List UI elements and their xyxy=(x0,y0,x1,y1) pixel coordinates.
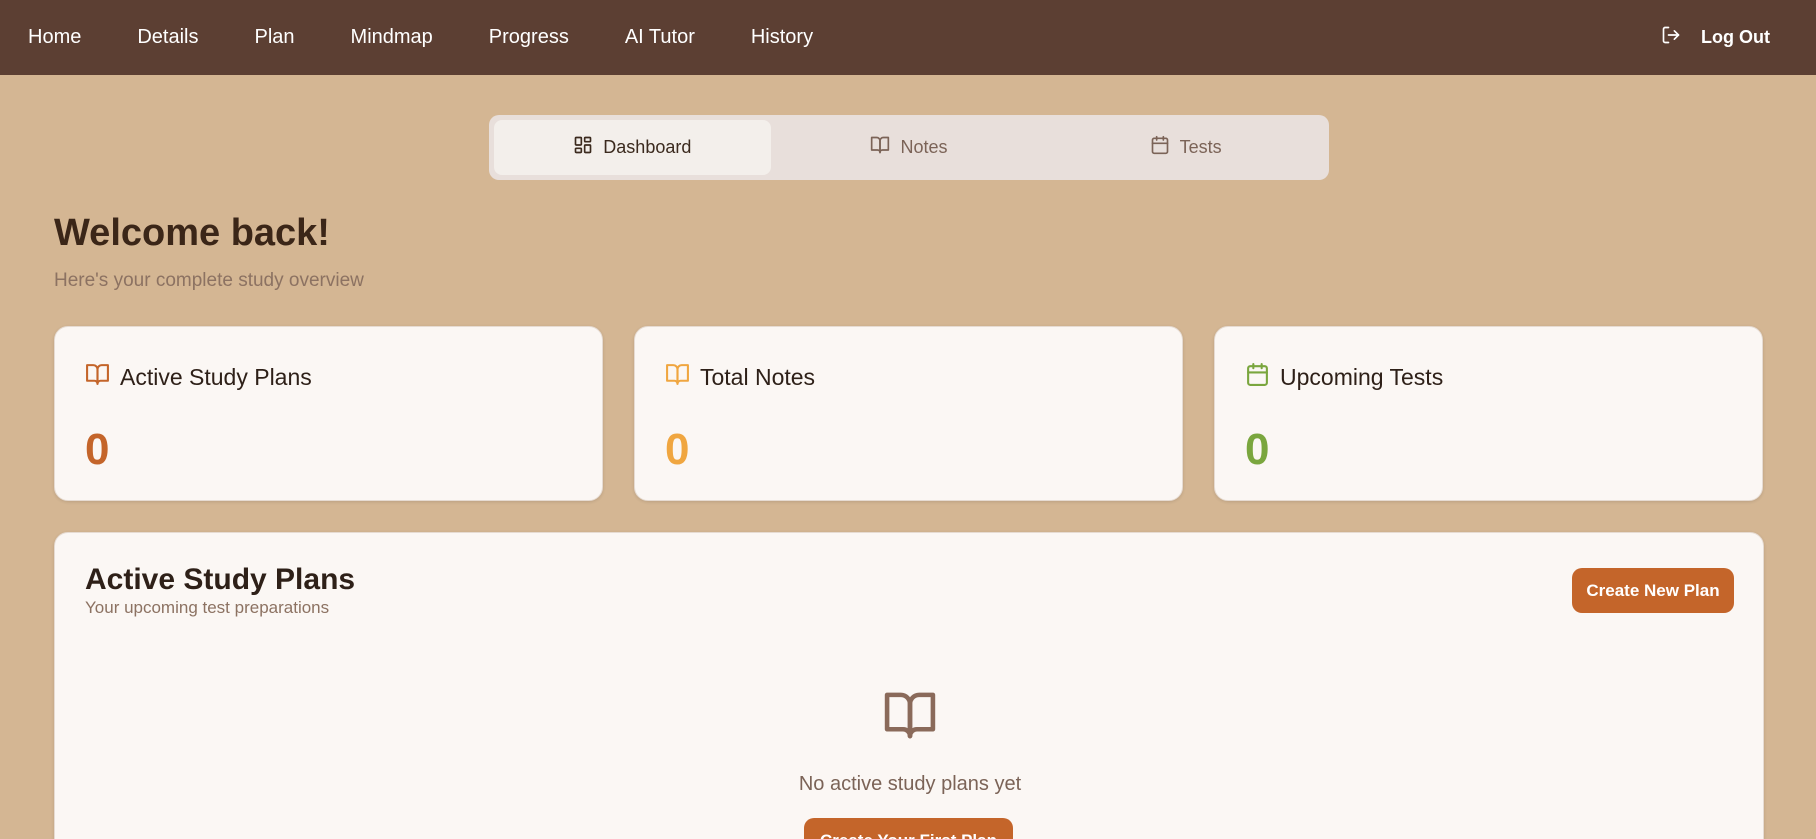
nav-item-details[interactable]: Details xyxy=(137,26,198,49)
nav-item-ai-tutor[interactable]: AI Tutor xyxy=(625,26,695,49)
calendar-icon xyxy=(1245,362,1270,392)
active-plans-section: Active Study Plans Your upcoming test pr… xyxy=(54,532,1764,839)
tab-tests[interactable]: Tests xyxy=(1047,120,1324,175)
stat-label: Active Study Plans xyxy=(120,363,312,390)
nav-item-plan[interactable]: Plan xyxy=(255,26,295,49)
calendar-icon xyxy=(1150,135,1170,160)
logout-button[interactable]: Log Out xyxy=(1661,25,1770,50)
tab-dashboard[interactable]: Dashboard xyxy=(494,120,771,175)
nav-item-progress[interactable]: Progress xyxy=(489,26,569,49)
book-open-icon xyxy=(665,362,690,392)
stat-value: 0 xyxy=(85,425,110,474)
stat-value: 0 xyxy=(665,425,690,474)
tab-dashboard-label: Dashboard xyxy=(603,137,692,157)
top-navigation: Home Details Plan Mindmap Progress AI Tu… xyxy=(0,0,1816,75)
empty-state-text: No active study plans yet xyxy=(798,773,1022,795)
stat-card-active-plans: Active Study Plans 0 xyxy=(54,326,603,501)
book-open-icon xyxy=(880,688,940,743)
tab-notes[interactable]: Notes xyxy=(771,120,1048,175)
stat-label: Upcoming Tests xyxy=(1280,363,1444,390)
section-subtitle: Your upcoming test preparations xyxy=(85,598,330,617)
book-open-icon xyxy=(870,135,890,160)
create-new-plan-button[interactable]: Create New Plan xyxy=(1572,568,1734,613)
view-tabs: Dashboard Notes Tests xyxy=(489,115,1329,180)
nav-items: Home Details Plan Mindmap Progress AI Tu… xyxy=(28,26,813,49)
stat-card-header: Active Study Plans xyxy=(85,362,312,392)
stat-value: 0 xyxy=(1245,425,1270,474)
stat-card-upcoming-tests: Upcoming Tests 0 xyxy=(1214,326,1763,501)
tab-tests-label: Tests xyxy=(1179,137,1222,157)
page-title: Welcome back! xyxy=(54,212,330,254)
nav-item-home[interactable]: Home xyxy=(28,26,81,49)
nav-item-history[interactable]: History xyxy=(751,26,813,49)
logout-label: Log Out xyxy=(1701,27,1770,47)
book-open-icon xyxy=(85,362,110,392)
log-out-icon xyxy=(1661,25,1681,50)
dashboard-icon xyxy=(573,135,593,160)
stat-card-header: Total Notes xyxy=(665,362,815,392)
nav-item-mindmap[interactable]: Mindmap xyxy=(351,26,433,49)
section-title: Active Study Plans xyxy=(85,563,356,596)
stat-label: Total Notes xyxy=(700,363,816,390)
tab-notes-label: Notes xyxy=(900,137,948,157)
stat-card-total-notes: Total Notes 0 xyxy=(634,326,1183,501)
stat-card-header: Upcoming Tests xyxy=(1245,362,1443,392)
create-first-plan-button[interactable]: Create Your First Plan xyxy=(804,818,1013,839)
page-subtitle: Here's your complete study overview xyxy=(54,270,364,291)
